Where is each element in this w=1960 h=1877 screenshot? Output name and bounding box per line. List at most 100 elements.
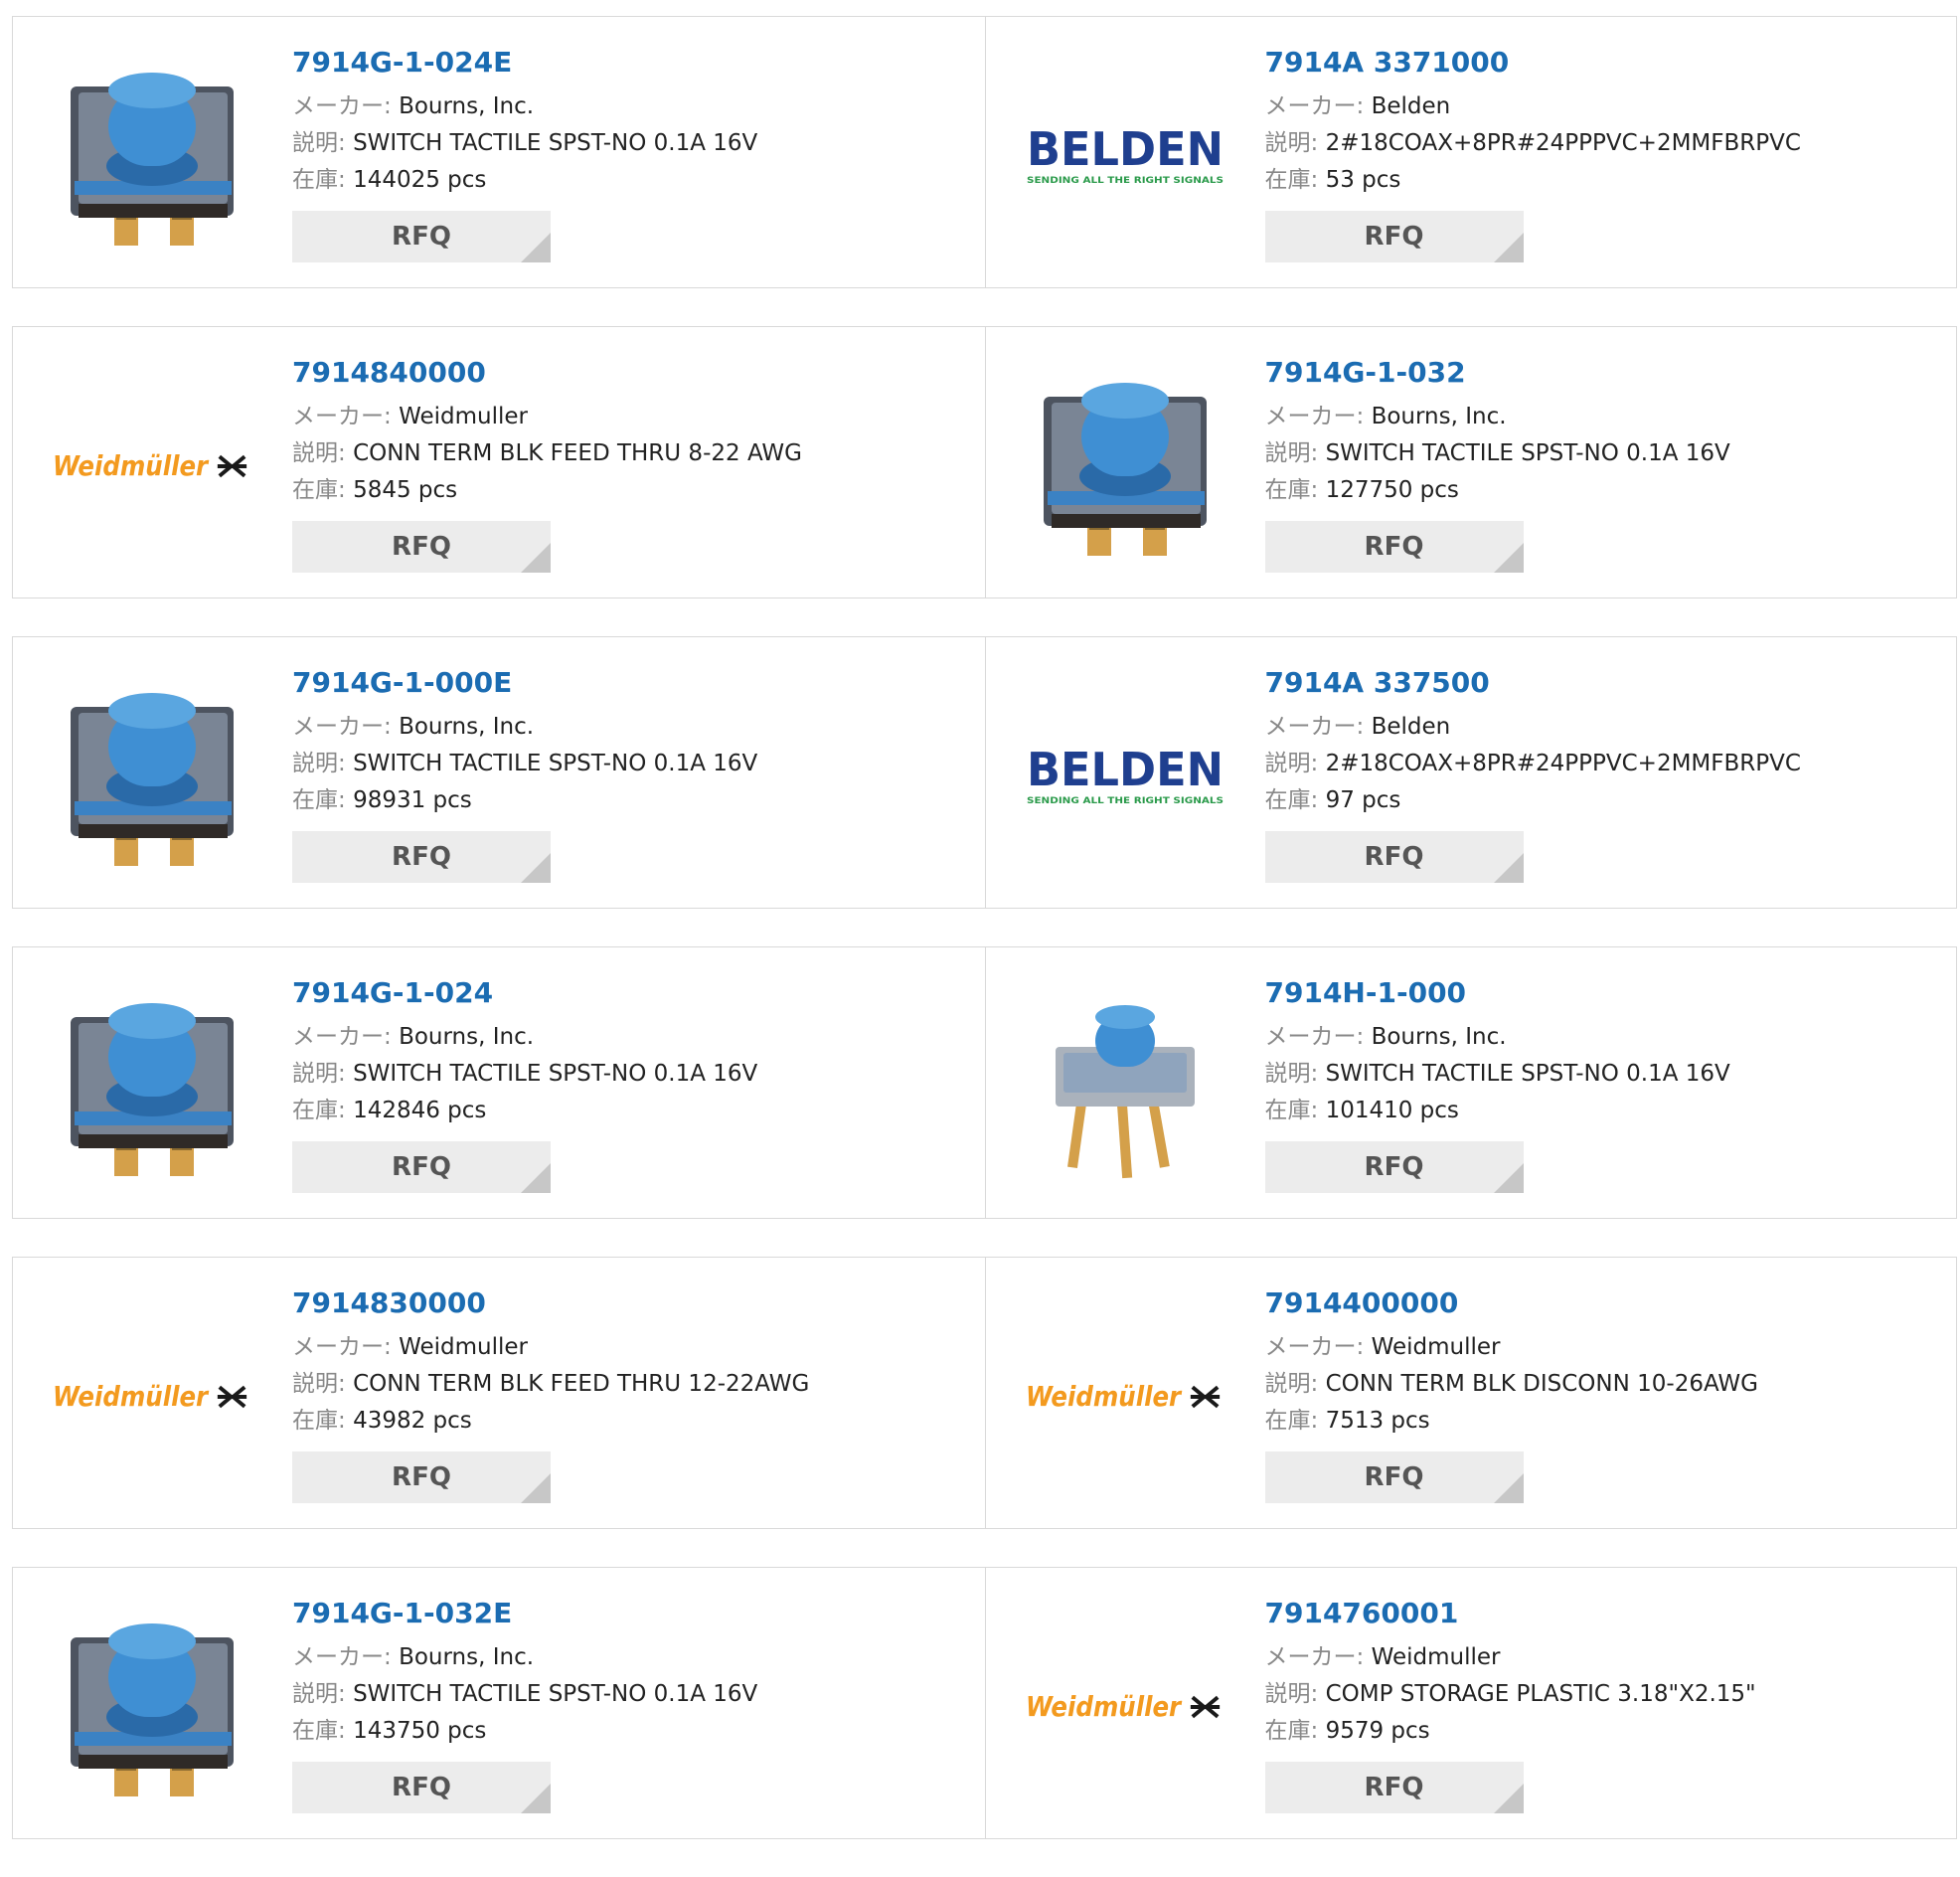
product-info: 7914G-1-032 メーカー: Bourns, Inc. 説明: SWITCH … [1264, 355, 1947, 573]
part-number-link[interactable]: 7914760001 [1265, 1596, 1947, 1631]
stock-value: 127750 pcs [1325, 477, 1459, 503]
maker-line: メーカー: Bourns, Inc. [292, 88, 975, 125]
product-thumbnail[interactable]: Weidmüller [1026, 1297, 1225, 1496]
stock-value: 144025 pcs [353, 167, 487, 193]
product-card: Weidmüller 7914830000 メーカー: Weidmuller 説明: … [13, 1258, 985, 1528]
product-thumbnail[interactable] [53, 987, 251, 1186]
maker-line: メーカー: Weidmuller [1265, 1329, 1947, 1366]
rfq-button[interactable]: RFQ [292, 521, 551, 573]
stock-value: 143750 pcs [353, 1718, 487, 1744]
stock-line: 在庫: 144025 pcs [292, 162, 975, 199]
product-thumbnail[interactable] [53, 677, 251, 876]
description-value: SWITCH TACTILE SPST-NO 0.1A 16V [353, 130, 758, 156]
part-number-link[interactable]: 7914830000 [292, 1285, 975, 1321]
part-number-link[interactable]: 7914A 3371000 [1265, 45, 1947, 81]
part-number-link[interactable]: 7914H-1-000 [1265, 975, 1947, 1011]
stock-line: 在庫: 7513 pcs [1265, 1403, 1947, 1440]
svg-text:BELDEN: BELDEN [1027, 743, 1224, 796]
description-label: 説明: [1264, 1371, 1319, 1397]
rfq-button[interactable]: RFQ [1264, 211, 1524, 262]
rfq-button[interactable]: RFQ [1264, 1141, 1524, 1193]
product-thumbnail[interactable] [1026, 987, 1225, 1186]
svg-text:Weidmüller: Weidmüller [53, 1382, 209, 1413]
stock-line: 在庫: 101410 pcs [1265, 1093, 1947, 1129]
product-thumbnail[interactable]: BELDEN SENDING ALL THE RIGHT SIGNALS [1026, 677, 1225, 876]
corner-triangle-icon [1493, 1163, 1524, 1193]
product-card: Weidmüller 7914840000 メーカー: Weidmuller 説明: … [13, 327, 985, 597]
part-number-link[interactable]: 7914400000 [1265, 1285, 1947, 1321]
corner-triangle-icon [521, 853, 551, 883]
product-thumbnail[interactable]: Weidmüller [53, 367, 251, 566]
product-card: 7914G-1-000E メーカー: Bourns, Inc. 説明: SWITCH… [13, 637, 985, 908]
description-line: 説明: CONN TERM BLK DISCONN 10-26AWG [1265, 1366, 1947, 1403]
maker-line: メーカー: Weidmuller [1265, 1639, 1947, 1676]
maker-label: メーカー: [292, 404, 392, 429]
rfq-label: RFQ [392, 842, 451, 872]
rfq-button[interactable]: RFQ [292, 831, 551, 883]
rfq-button[interactable]: RFQ [1264, 1762, 1524, 1813]
stock-value: 101410 pcs [1325, 1098, 1459, 1123]
part-number-link[interactable]: 7914G-1-032E [292, 1596, 975, 1631]
stock-label: 在庫: [1264, 1098, 1319, 1123]
product-info: 7914G-1-032E メーカー: Bourns, Inc. 説明: SWITCH… [292, 1596, 975, 1813]
rfq-button[interactable]: RFQ [292, 1451, 551, 1503]
maker-line: メーカー: Bourns, Inc. [292, 1019, 975, 1056]
rfq-label: RFQ [392, 532, 451, 562]
stock-line: 在庫: 98931 pcs [292, 782, 975, 819]
product-row: 7914G-1-000E メーカー: Bourns, Inc. 説明: SWITCH… [12, 636, 1957, 909]
maker-value: Bourns, Inc. [399, 1644, 535, 1670]
rfq-label: RFQ [392, 222, 451, 252]
description-line: 説明: SWITCH TACTILE SPST-NO 0.1A 16V [292, 1676, 975, 1713]
maker-line: メーカー: Weidmuller [292, 1329, 975, 1366]
product-card: 7914H-1-000 メーカー: Bourns, Inc. 説明: SWITCH … [984, 947, 1957, 1218]
description-label: 説明: [1264, 1681, 1319, 1707]
description-label: 説明: [1264, 1061, 1319, 1087]
stock-label: 在庫: [292, 477, 346, 503]
rfq-label: RFQ [1364, 532, 1424, 562]
rfq-label: RFQ [1364, 842, 1424, 872]
part-number-link[interactable]: 7914G-1-024 [292, 975, 975, 1011]
part-number-link[interactable]: 7914A 337500 [1265, 665, 1947, 701]
product-info: 7914830000 メーカー: Weidmuller 説明: CONN TERM … [292, 1285, 975, 1503]
part-number-link[interactable]: 7914G-1-032 [1265, 355, 1947, 391]
part-number-link[interactable]: 7914840000 [292, 355, 975, 391]
rfq-button[interactable]: RFQ [292, 211, 551, 262]
corner-triangle-icon [1493, 853, 1524, 883]
description-value: SWITCH TACTILE SPST-NO 0.1A 16V [1325, 440, 1730, 466]
product-info: 7914H-1-000 メーカー: Bourns, Inc. 説明: SWITCH … [1264, 975, 1947, 1193]
description-line: 説明: CONN TERM BLK FEED THRU 8-22 AWG [292, 435, 975, 472]
product-card: 7914G-1-032 メーカー: Bourns, Inc. 説明: SWITCH … [984, 327, 1957, 597]
rfq-button[interactable]: RFQ [1264, 831, 1524, 883]
product-thumbnail[interactable] [53, 57, 251, 256]
product-grid: 7914G-1-024E メーカー: Bourns, Inc. 説明: SWITCH… [12, 16, 1957, 1877]
maker-label: メーカー: [1264, 1334, 1365, 1360]
rfq-button[interactable]: RFQ [1264, 1451, 1524, 1503]
product-info: 7914G-1-024 メーカー: Bourns, Inc. 説明: SWITCH … [292, 975, 975, 1193]
rfq-button[interactable]: RFQ [1264, 521, 1524, 573]
product-thumbnail[interactable]: BELDEN SENDING ALL THE RIGHT SIGNALS [1026, 57, 1225, 256]
weidmuller-logo-image: Weidmüller [1026, 1382, 1220, 1413]
rfq-button[interactable]: RFQ [292, 1762, 551, 1813]
rfq-button[interactable]: RFQ [292, 1141, 551, 1193]
product-thumbnail[interactable]: Weidmüller [1026, 1608, 1225, 1806]
maker-label: メーカー: [1264, 714, 1365, 740]
part-number-link[interactable]: 7914G-1-000E [292, 665, 975, 701]
description-label: 説明: [292, 751, 346, 776]
corner-triangle-icon [521, 1163, 551, 1193]
description-label: 説明: [292, 130, 346, 156]
product-thumbnail[interactable]: Weidmüller [53, 1297, 251, 1496]
switch-image [71, 1623, 234, 1796]
description-value: COMP STORAGE PLASTIC 3.18"X2.15" [1325, 1681, 1756, 1707]
part-number-link[interactable]: 7914G-1-024E [292, 45, 975, 81]
switch-image [71, 1003, 234, 1176]
maker-label: メーカー: [1264, 404, 1365, 429]
stock-label: 在庫: [1264, 1408, 1319, 1434]
rfq-label: RFQ [1364, 1462, 1424, 1492]
rfq-label: RFQ [392, 1152, 451, 1182]
maker-value: Bourns, Inc. [1371, 1024, 1507, 1050]
product-thumbnail[interactable] [1026, 367, 1225, 566]
stock-line: 在庫: 127750 pcs [1265, 472, 1947, 509]
maker-value: Weidmuller [399, 1334, 528, 1360]
product-thumbnail[interactable] [53, 1608, 251, 1806]
stock-label: 在庫: [1264, 787, 1319, 813]
